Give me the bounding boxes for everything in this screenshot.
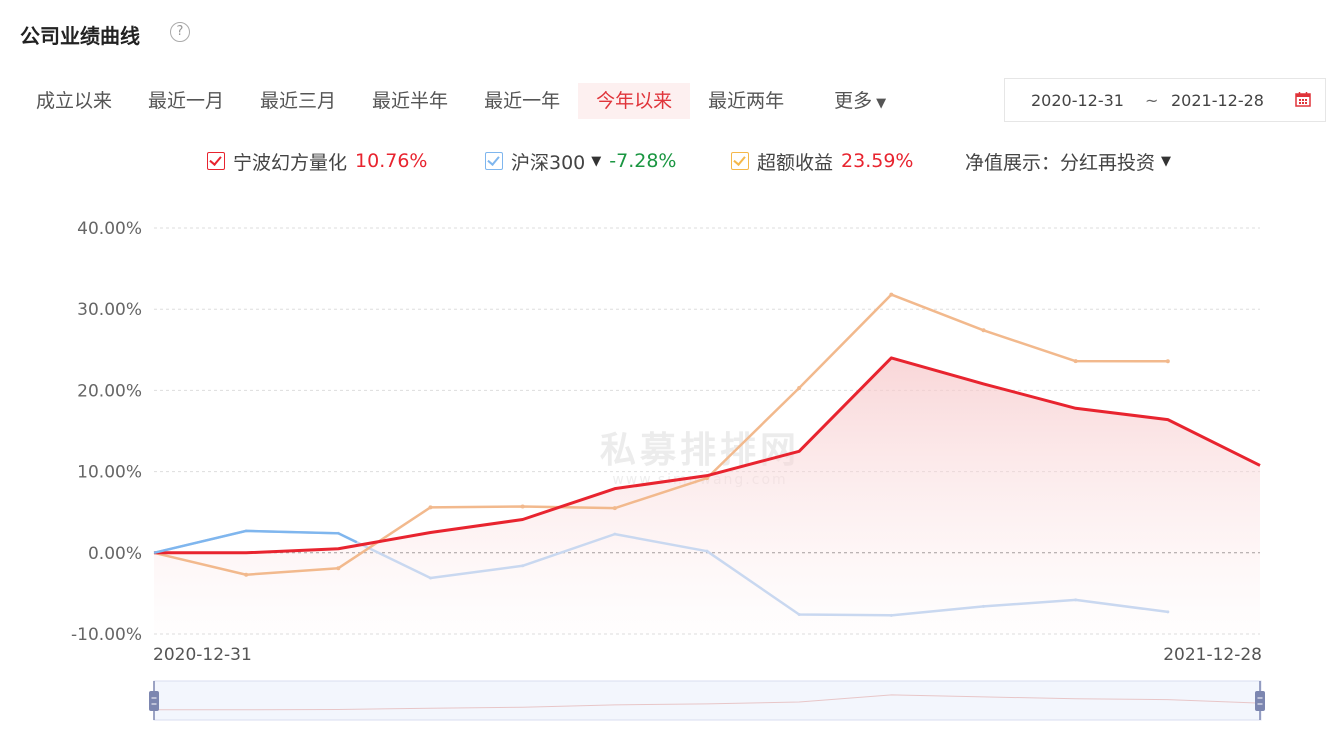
excess-point[interactable] [520, 504, 525, 509]
nav-mode-dropdown[interactable]: 净值展示：分红再投资 ▼ [965, 148, 1171, 174]
excess-point[interactable] [244, 572, 249, 577]
benchmark-point[interactable] [1166, 610, 1170, 614]
page-title: 公司业绩曲线 [20, 24, 140, 48]
x-tick-label: 2020-12-31 [153, 645, 252, 665]
legend-label: 宁波幻方量化 [233, 151, 348, 174]
legend-item-fund[interactable]: 宁波幻方量化 10.76% [207, 148, 427, 174]
calendar-icon[interactable] [1295, 91, 1311, 107]
y-tick-label: 20.00% [77, 381, 142, 401]
chevron-down-icon: ▼ [876, 96, 887, 111]
y-tick-label: 30.00% [77, 300, 142, 320]
tab-last-two-years[interactable]: 最近两年 [690, 83, 802, 119]
checkbox-icon[interactable] [485, 152, 503, 170]
excess-point[interactable] [1165, 359, 1170, 364]
excess-point[interactable] [336, 566, 341, 571]
benchmark-point[interactable] [613, 532, 617, 536]
performance-chart: 40.00%30.00%20.00%10.00%0.00%-10.00% 私募排… [71, 219, 1265, 721]
date-separator: ~ [1145, 91, 1159, 110]
y-tick-label: 40.00% [77, 219, 142, 239]
y-tick-label: 10.00% [77, 463, 142, 483]
help-icon[interactable]: ? [170, 22, 190, 42]
checkbox-icon[interactable] [731, 152, 749, 170]
legend-value: 10.76% [355, 150, 428, 172]
y-tick-label: 0.00% [88, 544, 142, 564]
benchmark-point[interactable] [521, 564, 525, 568]
slider-handle-left[interactable] [149, 691, 159, 711]
tab-year-to-date[interactable]: 今年以来 [578, 83, 691, 119]
end-date[interactable]: 2021-12-28 [1171, 91, 1264, 110]
more-dropdown[interactable]: 更多 ▼ [802, 83, 904, 119]
slider-handle-right[interactable] [1255, 691, 1265, 711]
legend-item-benchmark[interactable]: 沪深300 ▼ -7.28% [485, 148, 676, 174]
tab-last-year[interactable]: 最近一年 [466, 83, 578, 119]
tab-last-month[interactable]: 最近一月 [130, 83, 242, 119]
excess-point[interactable] [797, 385, 802, 390]
slider-track[interactable] [153, 680, 1262, 721]
chevron-down-icon[interactable]: ▼ [591, 154, 601, 169]
excess-point[interactable] [612, 506, 617, 511]
legend-label: 超额收益 [757, 151, 834, 174]
tab-since-inception[interactable]: 成立以来 [18, 83, 130, 119]
more-label: 更多 [834, 90, 873, 112]
benchmark-point[interactable] [429, 576, 432, 580]
benchmark-point[interactable] [889, 613, 893, 617]
benchmark-point[interactable] [797, 613, 801, 617]
benchmark-point[interactable] [982, 604, 985, 608]
tab-last-half-year[interactable]: 最近半年 [354, 83, 466, 119]
excess-point[interactable] [889, 292, 894, 297]
y-tick-label: -10.00% [71, 625, 142, 645]
legend-value: 23.59% [841, 150, 914, 172]
range-slider[interactable] [149, 680, 1265, 721]
legend-label: 沪深300 [511, 151, 586, 174]
legend-value: -7.28% [609, 150, 677, 172]
nav-mode-label: 净值展示：分红再投资 [965, 151, 1156, 174]
legend-item-excess[interactable]: 超额收益 23.59% [731, 148, 913, 174]
excess-point[interactable] [981, 328, 986, 333]
fund-area-fill [154, 357, 1260, 634]
tab-last-three-months[interactable]: 最近三月 [242, 83, 354, 119]
period-tabs: 成立以来 最近一月 最近三月 最近半年 最近一年 今年以来 最近两年 更多 ▼ [18, 83, 904, 119]
excess-point[interactable] [1073, 359, 1078, 364]
excess-point[interactable] [428, 505, 433, 510]
benchmark-point[interactable] [705, 549, 709, 553]
benchmark-point[interactable] [1074, 598, 1078, 602]
start-date[interactable]: 2020-12-31 [1031, 91, 1124, 110]
x-tick-label: 2021-12-28 [1163, 645, 1262, 665]
checkbox-icon[interactable] [207, 152, 225, 170]
chevron-down-icon: ▼ [1161, 153, 1172, 169]
date-range-picker[interactable]: 2020-12-31 ~ 2021-12-28 [1004, 78, 1326, 122]
